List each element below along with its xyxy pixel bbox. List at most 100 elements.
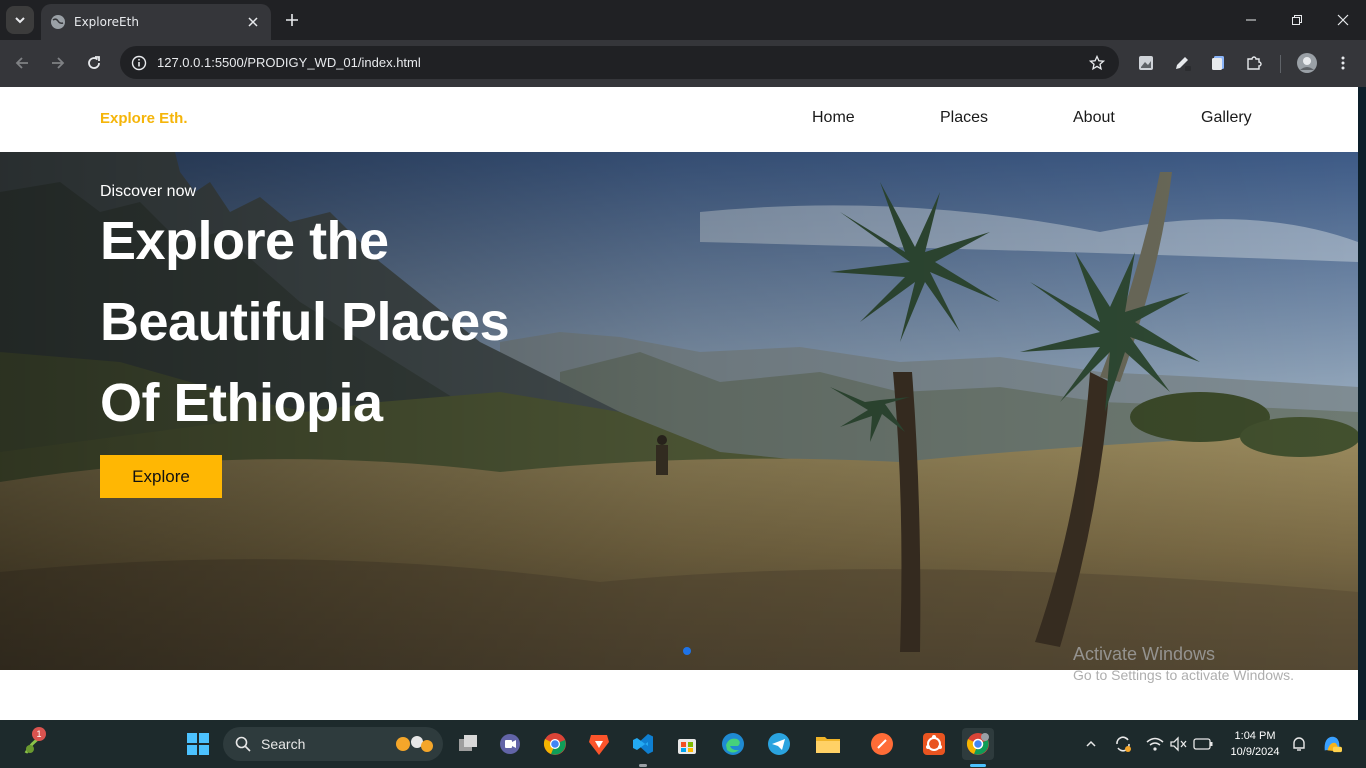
close-window-button[interactable] (1320, 0, 1366, 40)
plus-icon (286, 14, 298, 26)
hero-headline-line-2: Beautiful Places (100, 292, 510, 352)
close-icon (1337, 14, 1349, 26)
restore-icon (1292, 15, 1302, 25)
profile-avatar-button[interactable] (1295, 51, 1319, 75)
avatar-icon (1297, 53, 1317, 73)
chrome-profile-icon (966, 733, 989, 755)
star-icon (1089, 54, 1105, 70)
teams-button[interactable] (494, 728, 526, 760)
notification-settings-icon (1293, 737, 1305, 751)
postman-icon (871, 733, 893, 755)
wifi-tray-icon[interactable] (1145, 734, 1165, 754)
arrow-left-icon (15, 57, 28, 69)
task-view-icon (459, 735, 477, 751)
ubuntu-icon (923, 733, 945, 755)
vscode-taskbar-button[interactable] (627, 728, 659, 760)
brave-lion-icon (589, 735, 609, 755)
store-taskbar-button[interactable] (671, 728, 703, 760)
minimize-button[interactable] (1228, 0, 1274, 40)
extension-image-button[interactable] (1134, 51, 1158, 75)
extension-copy-button[interactable] (1206, 51, 1230, 75)
extensions-menu-button[interactable] (1242, 51, 1266, 75)
notification-badge: 1 (32, 727, 46, 741)
restore-button[interactable] (1274, 0, 1320, 40)
copilot-tray-icon[interactable] (1322, 734, 1342, 754)
image-extension-icon (1139, 56, 1153, 70)
windows-taskbar: 1 Search 1:04 PM 10/9/2024 (0, 720, 1366, 768)
battery-icon (1193, 738, 1213, 750)
windows-logo-icon (187, 733, 209, 755)
taskbar-search-box[interactable]: Search (223, 727, 443, 761)
pen-icon (1176, 57, 1191, 71)
browser-toolbar: 127.0.0.1:5500/PRODIGY_WD_01/index.html (0, 40, 1366, 87)
widgets-button[interactable]: 1 (18, 727, 50, 760)
nav-link-gallery[interactable]: Gallery (1201, 109, 1252, 127)
start-button[interactable] (182, 728, 214, 760)
hero-banner: Discover now Explore the Beautiful Place… (0, 152, 1358, 670)
tab-close-button[interactable] (241, 10, 265, 34)
brand-logo-link[interactable]: Explore Eth. (100, 110, 188, 127)
ubuntu-taskbar-button[interactable] (918, 728, 950, 760)
chrome-menu-button[interactable] (1331, 51, 1355, 75)
globe-icon (51, 15, 65, 29)
clock-time: 1:04 PM (1234, 730, 1276, 742)
sync-icon (1116, 736, 1131, 752)
clock-date: 10/9/2024 (1230, 746, 1280, 758)
puzzle-icon (1247, 56, 1262, 70)
show-hidden-icons-button[interactable] (1081, 734, 1101, 754)
file-explorer-taskbar-button[interactable] (812, 728, 844, 760)
telegram-taskbar-button[interactable] (763, 728, 795, 760)
postman-taskbar-button[interactable] (866, 728, 898, 760)
sync-tray-icon[interactable] (1113, 734, 1133, 754)
carousel-indicator-dot[interactable] (683, 647, 691, 655)
url-text[interactable]: 127.0.0.1:5500/PRODIGY_WD_01/index.html (157, 55, 1085, 70)
new-tab-button[interactable] (280, 8, 304, 32)
chevron-up-icon (1086, 740, 1096, 747)
chrome-taskbar-button[interactable] (539, 728, 571, 760)
hero-headline-line-3: Of Ethiopia (100, 373, 383, 433)
site-info-icon[interactable] (129, 53, 149, 73)
watermark-subtitle: Go to Settings to activate Windows. (1073, 667, 1294, 683)
chrome-active-taskbar-button[interactable] (962, 728, 994, 760)
web-page: Explore Eth. Home Places About Gallery D… (0, 87, 1358, 720)
reload-button[interactable] (80, 49, 108, 77)
close-icon (248, 17, 258, 27)
toolbar-divider (1280, 55, 1281, 73)
video-chat-icon (500, 734, 520, 754)
explore-button[interactable]: Explore (100, 455, 222, 498)
taskbar-clock[interactable]: 1:04 PM 10/9/2024 (1225, 728, 1285, 760)
vscode-icon (633, 734, 653, 754)
browser-tab[interactable]: ExploreEth (41, 4, 271, 40)
battery-tray-icon[interactable] (1193, 734, 1213, 754)
document-icon (1212, 56, 1224, 70)
activate-windows-watermark: Activate Windows Go to Settings to activ… (1073, 644, 1294, 683)
chevron-down-icon (15, 17, 25, 24)
page-scrollbar[interactable] (1358, 87, 1366, 720)
chrome-active-indicator (970, 764, 986, 767)
extension-pen-button[interactable] (1170, 51, 1194, 75)
volume-muted-icon (1170, 736, 1187, 752)
bookmark-star-button[interactable] (1085, 51, 1109, 75)
address-bar[interactable]: 127.0.0.1:5500/PRODIGY_WD_01/index.html (120, 46, 1119, 79)
tab-search-button[interactable] (6, 6, 34, 34)
nav-link-home[interactable]: Home (812, 109, 855, 127)
arrow-right-icon (52, 57, 65, 69)
nav-link-places[interactable]: Places (940, 109, 988, 127)
volume-tray-icon[interactable] (1168, 734, 1188, 754)
edge-icon (722, 733, 744, 755)
store-bag-icon (678, 739, 696, 754)
task-view-button[interactable] (452, 728, 484, 760)
reload-icon (88, 56, 100, 69)
copilot-icon (1324, 736, 1342, 753)
tab-title: ExploreEth (74, 15, 139, 29)
notifications-tray-icon[interactable] (1289, 734, 1309, 754)
hero-headline-line-1: Explore the (100, 211, 389, 271)
brave-taskbar-button[interactable] (583, 728, 615, 760)
nav-link-about[interactable]: About (1073, 109, 1115, 127)
wifi-icon (1146, 737, 1164, 751)
back-button[interactable] (8, 49, 36, 77)
edge-taskbar-button[interactable] (717, 728, 749, 760)
more-vert-icon (1341, 56, 1345, 70)
forward-button[interactable] (44, 49, 72, 77)
browser-tab-strip: ExploreEth (0, 0, 1366, 40)
